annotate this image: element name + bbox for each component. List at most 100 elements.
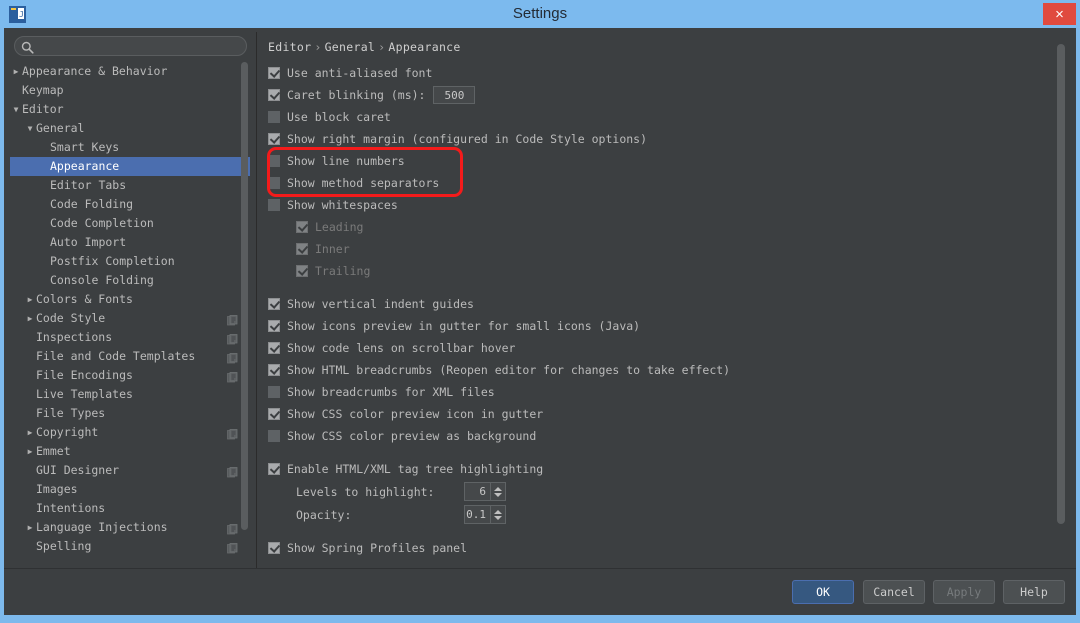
checkbox-show-css-color-preview-icon-in-gutter[interactable] xyxy=(268,408,280,420)
checkbox-use-anti-aliased-font[interactable] xyxy=(268,67,280,79)
spinner-value[interactable]: 0.1 xyxy=(465,506,490,523)
spinner-opacity[interactable]: 0.1 xyxy=(464,505,506,524)
chevron-right-icon[interactable]: ▶ xyxy=(24,309,36,328)
spinner-up-icon[interactable] xyxy=(494,510,502,514)
sidebar-item-images[interactable]: Images xyxy=(10,480,250,499)
checkbox-show-spring-profiles-panel[interactable] xyxy=(268,542,280,554)
chevron-right-icon[interactable]: ▶ xyxy=(24,290,36,309)
spinner-buttons[interactable] xyxy=(490,506,505,523)
checkbox-row-trailing[interactable]: Trailing xyxy=(268,260,1058,282)
sidebar-item-console-folding[interactable]: Console Folding xyxy=(10,271,250,290)
spinner-down-icon[interactable] xyxy=(494,516,502,520)
sidebar-item-label: Keymap xyxy=(22,81,64,100)
sidebar-item-code-style[interactable]: ▶Code Style xyxy=(10,309,250,328)
sidebar-item-general[interactable]: ▼General xyxy=(10,119,250,138)
sidebar-item-live-templates[interactable]: Live Templates xyxy=(10,385,250,404)
sidebar-scrollbar[interactable] xyxy=(241,62,248,530)
checkbox-row-show-vertical-indent-guides[interactable]: Show vertical indent guides xyxy=(268,293,1058,315)
sidebar-item-copyright[interactable]: ▶Copyright xyxy=(10,423,250,442)
sidebar-item-smart-keys[interactable]: Smart Keys xyxy=(10,138,250,157)
checkbox-row-show-line-numbers[interactable]: Show line numbers xyxy=(268,150,1058,172)
checkbox-show-whitespaces[interactable] xyxy=(268,199,280,211)
checkbox-row-show-method-separators[interactable]: Show method separators xyxy=(268,172,1058,194)
spinner-down-icon[interactable] xyxy=(494,493,502,497)
sidebar-item-intentions[interactable]: Intentions xyxy=(10,499,250,518)
content-scrollbar[interactable] xyxy=(1057,44,1065,524)
checkbox-row-enable-html-xml-tag-tree-highlighting[interactable]: Enable HTML/XML tag tree highlighting xyxy=(268,458,1058,480)
sidebar-item-gui-designer[interactable]: GUI Designer xyxy=(10,461,250,480)
checkbox-row-show-breadcrumbs-for-xml-files[interactable]: Show breadcrumbs for XML files xyxy=(268,381,1058,403)
checkbox-show-vertical-indent-guides[interactable] xyxy=(268,298,280,310)
checkbox-row-show-css-color-preview-as-background[interactable]: Show CSS color preview as background xyxy=(268,425,1058,447)
config-scope-icon xyxy=(227,313,238,324)
checkbox-trailing[interactable] xyxy=(296,265,308,277)
search-input[interactable] xyxy=(38,37,242,56)
sidebar-item-language-injections[interactable]: ▶Language Injections xyxy=(10,518,250,537)
sidebar-item-label: General xyxy=(36,119,84,138)
checkbox-row-show-spring-profiles-panel[interactable]: Show Spring Profiles panel xyxy=(268,537,1058,559)
checkbox-row-caret-blinking-ms[interactable]: Caret blinking (ms): xyxy=(268,84,1058,106)
sidebar-item-code-folding[interactable]: Code Folding xyxy=(10,195,250,214)
chevron-right-icon[interactable]: ▶ xyxy=(24,423,36,442)
ok-button[interactable]: OK xyxy=(792,580,854,604)
checkbox-leading[interactable] xyxy=(296,221,308,233)
sidebar-item-editor[interactable]: ▼Editor xyxy=(10,100,250,119)
sidebar-item-label: Intentions xyxy=(36,499,105,518)
help-button[interactable]: Help xyxy=(1003,580,1065,604)
checkbox-enable-html-xml-tag-tree-highlighting[interactable] xyxy=(268,463,280,475)
sidebar-item-colors-fonts[interactable]: ▶Colors & Fonts xyxy=(10,290,250,309)
checkbox-row-show-right-margin-configured-in-code-style-options[interactable]: Show right margin (configured in Code St… xyxy=(268,128,1058,150)
checkbox-row-leading[interactable]: Leading xyxy=(268,216,1058,238)
sidebar-item-code-completion[interactable]: Code Completion xyxy=(10,214,250,233)
checkbox-row-use-anti-aliased-font[interactable]: Use anti-aliased font xyxy=(268,62,1058,84)
chevron-right-icon[interactable]: ▶ xyxy=(24,442,36,461)
sidebar-item-file-encodings[interactable]: File Encodings xyxy=(10,366,250,385)
sidebar-item-appearance[interactable]: Appearance xyxy=(10,157,250,176)
sidebar-item-emmet[interactable]: ▶Emmet xyxy=(10,442,250,461)
spinner-value[interactable]: 6 xyxy=(465,483,490,500)
sidebar-item-spelling[interactable]: Spelling xyxy=(10,537,250,556)
spinner-buttons[interactable] xyxy=(490,483,505,500)
checkbox-row-show-icons-preview-in-gutter-for-small-icons-java[interactable]: Show icons preview in gutter for small i… xyxy=(268,315,1058,337)
checkbox-show-line-numbers[interactable] xyxy=(268,155,280,167)
sidebar-item-editor-tabs[interactable]: Editor Tabs xyxy=(10,176,250,195)
checkbox-show-right-margin-configured-in-code-style-options[interactable] xyxy=(268,133,280,145)
checkbox-show-css-color-preview-as-background[interactable] xyxy=(268,430,280,442)
sidebar-item-inspections[interactable]: Inspections xyxy=(10,328,250,347)
sidebar-item-label: Colors & Fonts xyxy=(36,290,133,309)
breadcrumb-segment[interactable]: General xyxy=(325,40,376,54)
checkbox-row-use-block-caret[interactable]: Use block caret xyxy=(268,106,1058,128)
sidebar-item-keymap[interactable]: Keymap xyxy=(10,81,250,100)
sidebar-item-appearance-behavior[interactable]: ▶Appearance & Behavior xyxy=(10,62,250,81)
checkbox-caret-blinking-ms[interactable] xyxy=(268,89,280,101)
checkbox-show-code-lens-on-scrollbar-hover[interactable] xyxy=(268,342,280,354)
checkbox-show-icons-preview-in-gutter-for-small-icons-java[interactable] xyxy=(268,320,280,332)
caret-blinking-input[interactable] xyxy=(433,86,475,104)
sidebar-item-file-and-code-templates[interactable]: File and Code Templates xyxy=(10,347,250,366)
checkbox-use-block-caret[interactable] xyxy=(268,111,280,123)
checkbox-show-html-breadcrumbs-reopen-editor-for-changes-to-take-effect[interactable] xyxy=(268,364,280,376)
breadcrumb-segment[interactable]: Appearance xyxy=(388,40,460,54)
checkbox-show-breadcrumbs-for-xml-files[interactable] xyxy=(268,386,280,398)
close-icon[interactable]: × xyxy=(1043,3,1076,25)
chevron-right-icon[interactable]: ▶ xyxy=(24,518,36,537)
chevron-down-icon[interactable]: ▼ xyxy=(10,100,22,119)
spinner-levels-to-highlight[interactable]: 6 xyxy=(464,482,506,501)
apply-button[interactable]: Apply xyxy=(933,580,995,604)
chevron-right-icon[interactable]: ▶ xyxy=(10,62,22,81)
breadcrumb-segment[interactable]: Editor xyxy=(268,40,311,54)
checkbox-row-show-html-breadcrumbs-reopen-editor-for-changes-to-take-effect[interactable]: Show HTML breadcrumbs (Reopen editor for… xyxy=(268,359,1058,381)
cancel-button[interactable]: Cancel xyxy=(863,580,925,604)
checkbox-row-show-whitespaces[interactable]: Show whitespaces xyxy=(268,194,1058,216)
sidebar-item-auto-import[interactable]: Auto Import xyxy=(10,233,250,252)
checkbox-show-method-separators[interactable] xyxy=(268,177,280,189)
sidebar-item-file-types[interactable]: File Types xyxy=(10,404,250,423)
dialog-button-bar: OK Cancel Apply Help xyxy=(4,568,1076,615)
checkbox-row-show-css-color-preview-icon-in-gutter[interactable]: Show CSS color preview icon in gutter xyxy=(268,403,1058,425)
checkbox-inner[interactable] xyxy=(296,243,308,255)
checkbox-row-inner[interactable]: Inner xyxy=(268,238,1058,260)
chevron-down-icon[interactable]: ▼ xyxy=(24,119,36,138)
sidebar-item-postfix-completion[interactable]: Postfix Completion xyxy=(10,252,250,271)
checkbox-row-show-code-lens-on-scrollbar-hover[interactable]: Show code lens on scrollbar hover xyxy=(268,337,1058,359)
spinner-up-icon[interactable] xyxy=(494,487,502,491)
